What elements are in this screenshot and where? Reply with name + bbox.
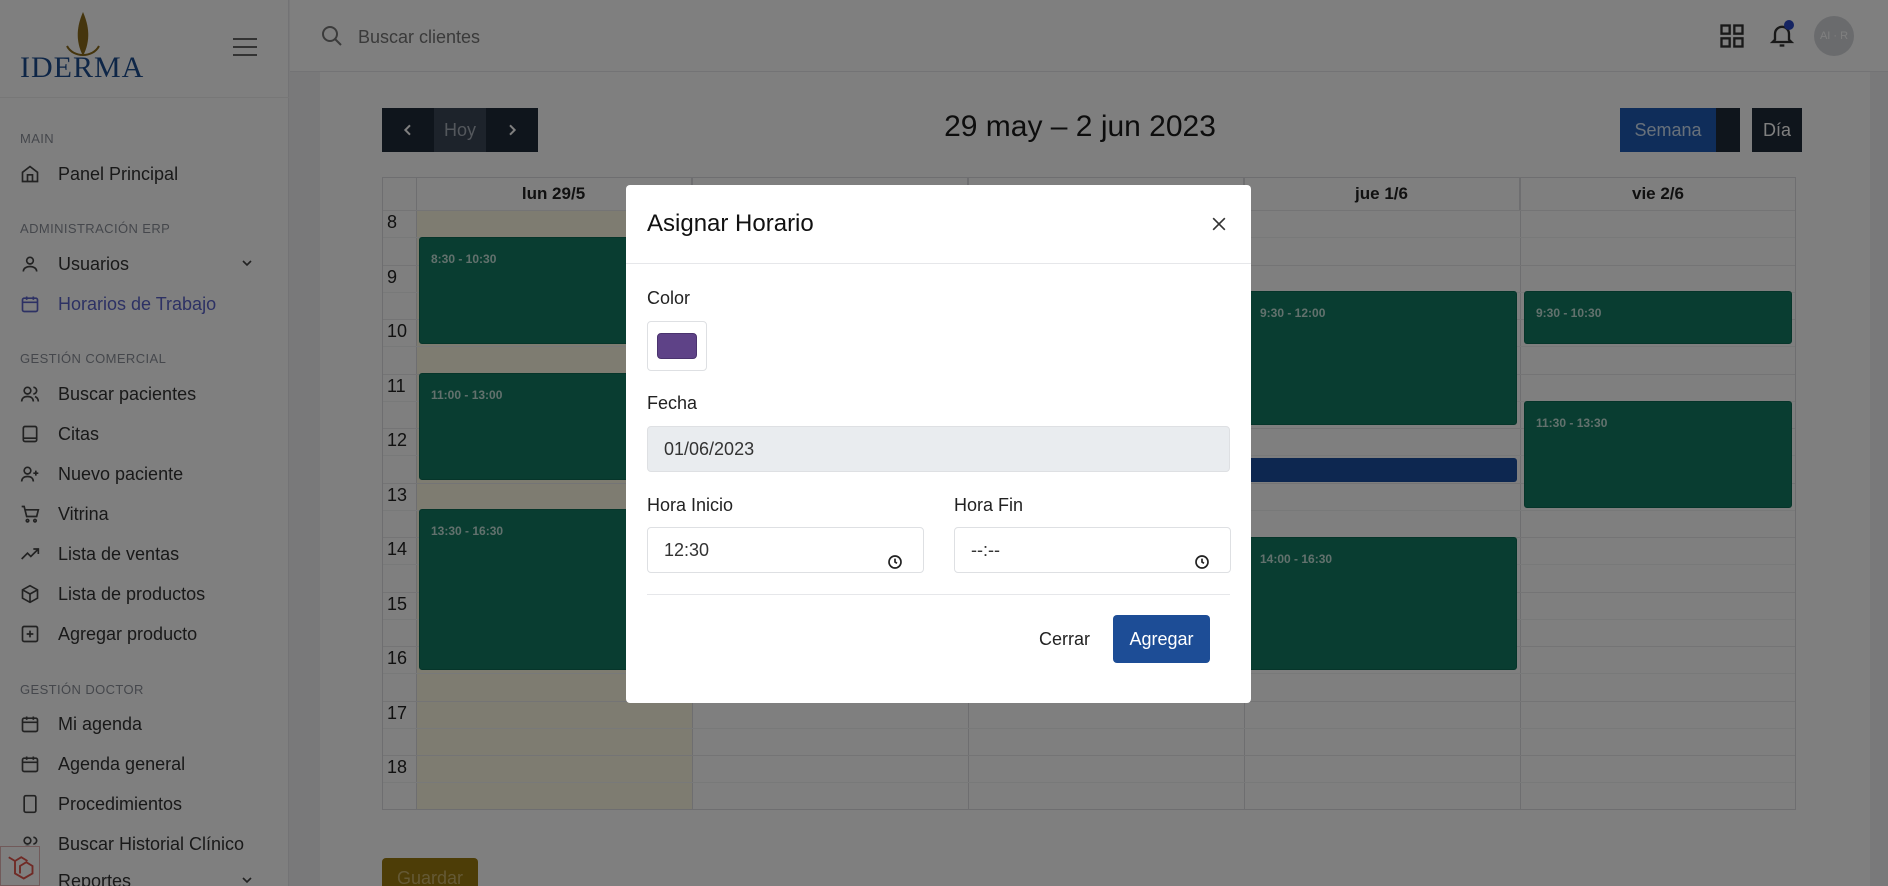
start-time-label: Hora Inicio — [647, 495, 734, 515]
date-label: Fecha — [647, 393, 698, 413]
end-time-field[interactable]: --:-- — [954, 527, 1231, 573]
end-time-value: --:-- — [971, 540, 1000, 560]
close-button[interactable]: Cerrar — [1039, 615, 1090, 663]
color-label: Color — [647, 288, 691, 308]
divider — [647, 594, 1230, 595]
assign-schedule-dialog: Asignar Horario Color Fecha 01/06/2023 H… — [626, 185, 1251, 703]
modal-title: Asignar Horario — [647, 210, 814, 237]
close-icon[interactable] — [1209, 214, 1229, 234]
end-time-label: Hora Fin — [954, 495, 1024, 515]
start-time-field[interactable]: 12:30 — [647, 527, 924, 573]
add-button[interactable]: Agregar — [1113, 615, 1210, 663]
color-picker[interactable] — [647, 321, 707, 371]
clock-icon[interactable] — [1194, 542, 1210, 569]
clock-icon[interactable] — [887, 542, 903, 569]
date-field[interactable]: 01/06/2023 — [647, 426, 1230, 472]
modal-header: Asignar Horario — [626, 185, 1251, 264]
color-swatch — [657, 333, 697, 359]
start-time-value: 12:30 — [664, 540, 710, 560]
